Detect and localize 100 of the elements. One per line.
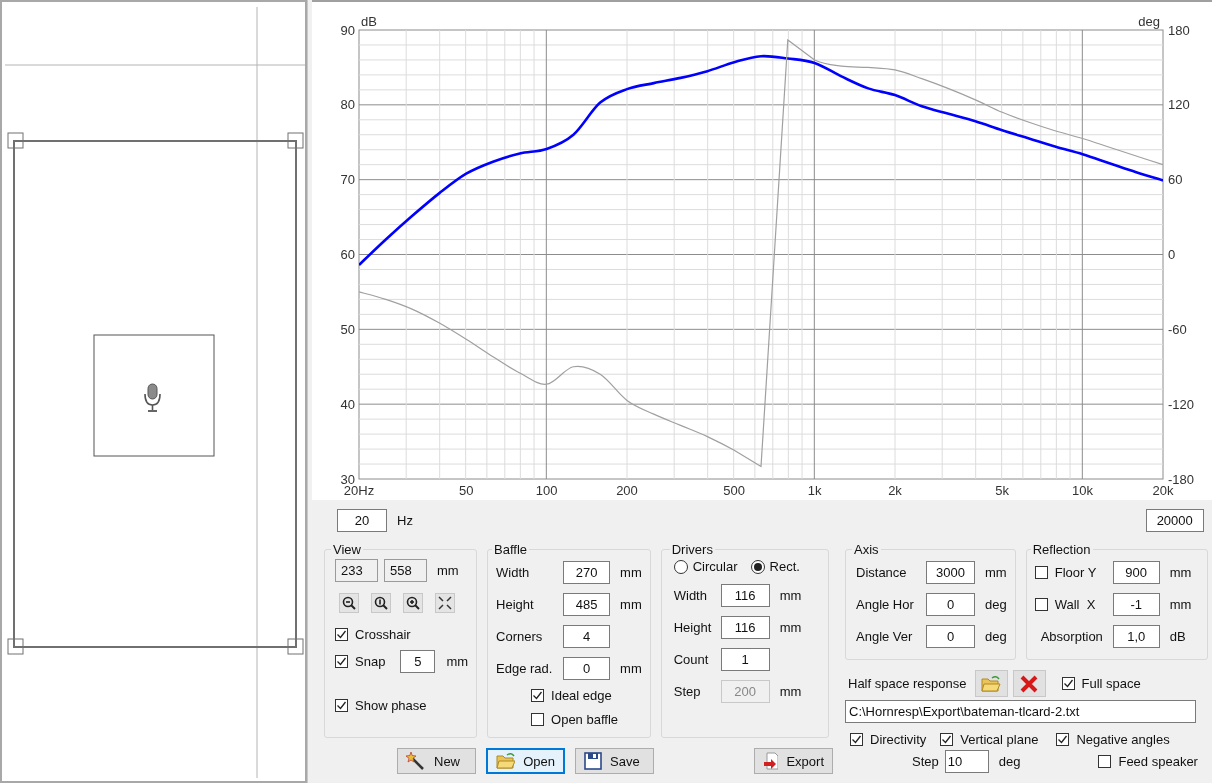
field-label: Edge rad. [496, 661, 554, 676]
checkbox-label: Floor Y [1054, 565, 1097, 580]
field-label: Count [673, 652, 710, 667]
axis-tick-label: 50 [340, 321, 355, 337]
checkbox-label: Vertical plane [960, 732, 1039, 747]
zoom-out-icon[interactable] [339, 593, 359, 613]
checkbox-label: Open baffle [551, 712, 619, 727]
checkbox[interactable] [1034, 598, 1048, 611]
axis-tick-label: 2k [888, 483, 902, 498]
folder-icon [981, 674, 1001, 693]
input-field[interactable]: -1 [1112, 593, 1160, 616]
axis-tick-label: 500 [723, 483, 746, 498]
resize-handle[interactable] [287, 638, 304, 655]
unit-label: deg [985, 629, 1007, 644]
axis-tick-label: 200 [616, 483, 638, 498]
unit-label: mm [620, 597, 642, 612]
checkbox[interactable] [1034, 566, 1048, 579]
axis-tick-label: 10k [1072, 483, 1094, 498]
input-field[interactable]: 270 [563, 561, 611, 584]
axis-tick-label: 180 [1168, 22, 1190, 38]
axis-unit-label: dB [361, 14, 377, 29]
input-field[interactable]: 0 [926, 625, 975, 648]
fit-view-icon[interactable] [435, 593, 455, 613]
group-title: Baffle [493, 542, 529, 557]
checkbox[interactable] [335, 699, 348, 712]
folder-icon [496, 752, 516, 770]
resize-handle[interactable] [287, 132, 304, 149]
group-title: View [332, 542, 362, 557]
file-path-field[interactable]: C:\Hornresp\Export\bateman-tlcard-2.txt [845, 700, 1196, 723]
microphone-icon [144, 383, 161, 412]
checkbox-label: Negative angles [1076, 732, 1170, 747]
unit-label: Hz [397, 512, 413, 528]
input-field[interactable]: 0 [563, 657, 611, 680]
magic-wand-icon [406, 752, 426, 770]
checkbox[interactable] [940, 733, 954, 746]
export-button[interactable]: Export [754, 748, 833, 774]
checkbox[interactable] [850, 733, 863, 746]
unit-label: mm [779, 620, 803, 635]
field-label: Height [673, 620, 713, 635]
delete-button[interactable] [1012, 670, 1046, 697]
input-field[interactable]: 1,0 [1112, 625, 1160, 648]
input-field[interactable]: 485 [563, 593, 611, 616]
checkbox-label: Ideal edge [551, 688, 612, 703]
field-label: Angle Hor [856, 597, 915, 612]
cross-icon [1020, 674, 1038, 693]
field-label: Width [673, 588, 708, 603]
input-field[interactable]: 0 [926, 593, 975, 616]
radio-label: Rect. [769, 559, 800, 574]
unit-label: mm [620, 661, 642, 676]
resize-handle[interactable] [7, 132, 24, 149]
checkbox[interactable] [1056, 733, 1070, 746]
axis-tick-label: 0 [1168, 247, 1176, 262]
resize-handle[interactable] [7, 638, 24, 655]
snap-field[interactable]: 5 [400, 650, 436, 673]
axis-tick-label: 70 [340, 172, 355, 188]
input-field[interactable]: 1 [720, 648, 770, 671]
field-label: Corners [496, 629, 544, 644]
input-field[interactable]: 4 [563, 625, 611, 648]
input-field[interactable]: 116 [720, 616, 770, 639]
checkbox[interactable] [1098, 755, 1112, 768]
radio-button[interactable] [750, 559, 765, 574]
input-field[interactable]: 900 [1112, 561, 1160, 584]
new-button[interactable]: New [397, 748, 476, 774]
axis-tick-label: -60 [1168, 321, 1187, 337]
checkbox[interactable] [335, 628, 348, 641]
field-label: Half space response [848, 676, 967, 691]
checkbox-label: Directivity [870, 732, 927, 747]
group-title: Reflection [1031, 542, 1092, 557]
save-button[interactable]: Save [575, 748, 654, 774]
unit-label: mm [985, 565, 1007, 580]
zoom-reset-icon[interactable] [371, 593, 391, 613]
unit-label: mm [1169, 565, 1193, 580]
frequency-to-field[interactable]: 20000 [1145, 508, 1204, 532]
view-height-field[interactable]: 558 [384, 559, 427, 582]
unit-label: deg [998, 754, 1021, 769]
checkbox-label: Wall X [1054, 597, 1096, 612]
unit-label: mm [779, 684, 803, 699]
axis-tick-label: -120 [1168, 396, 1195, 412]
unit-label: mm [779, 588, 803, 603]
zoom-in-icon[interactable] [403, 593, 423, 613]
input-field[interactable]: 116 [720, 584, 770, 607]
checkbox[interactable] [335, 655, 348, 668]
checkbox-label: Crosshair [355, 627, 411, 642]
axis-tick-label: 60 [1168, 172, 1183, 188]
checkbox[interactable] [1061, 677, 1075, 690]
unit-label: mm [446, 654, 469, 669]
checkbox-label: Feed speaker [1118, 754, 1198, 769]
checkbox[interactable] [531, 713, 545, 726]
field-label: Width [496, 565, 531, 580]
input-field[interactable]: 3000 [926, 561, 975, 584]
checkbox[interactable] [531, 689, 545, 702]
open-button[interactable]: Open [486, 748, 565, 774]
unit-label: mm [437, 563, 459, 578]
step-field[interactable]: 10 [944, 750, 989, 773]
axis-tick-label: 5k [995, 483, 1010, 498]
view-width-field[interactable]: 233 [335, 559, 378, 582]
radio-button[interactable] [673, 559, 688, 574]
frequency-from-field[interactable]: 20 [337, 508, 387, 532]
export-document-icon [763, 752, 779, 770]
unit-label: mm [620, 565, 642, 580]
